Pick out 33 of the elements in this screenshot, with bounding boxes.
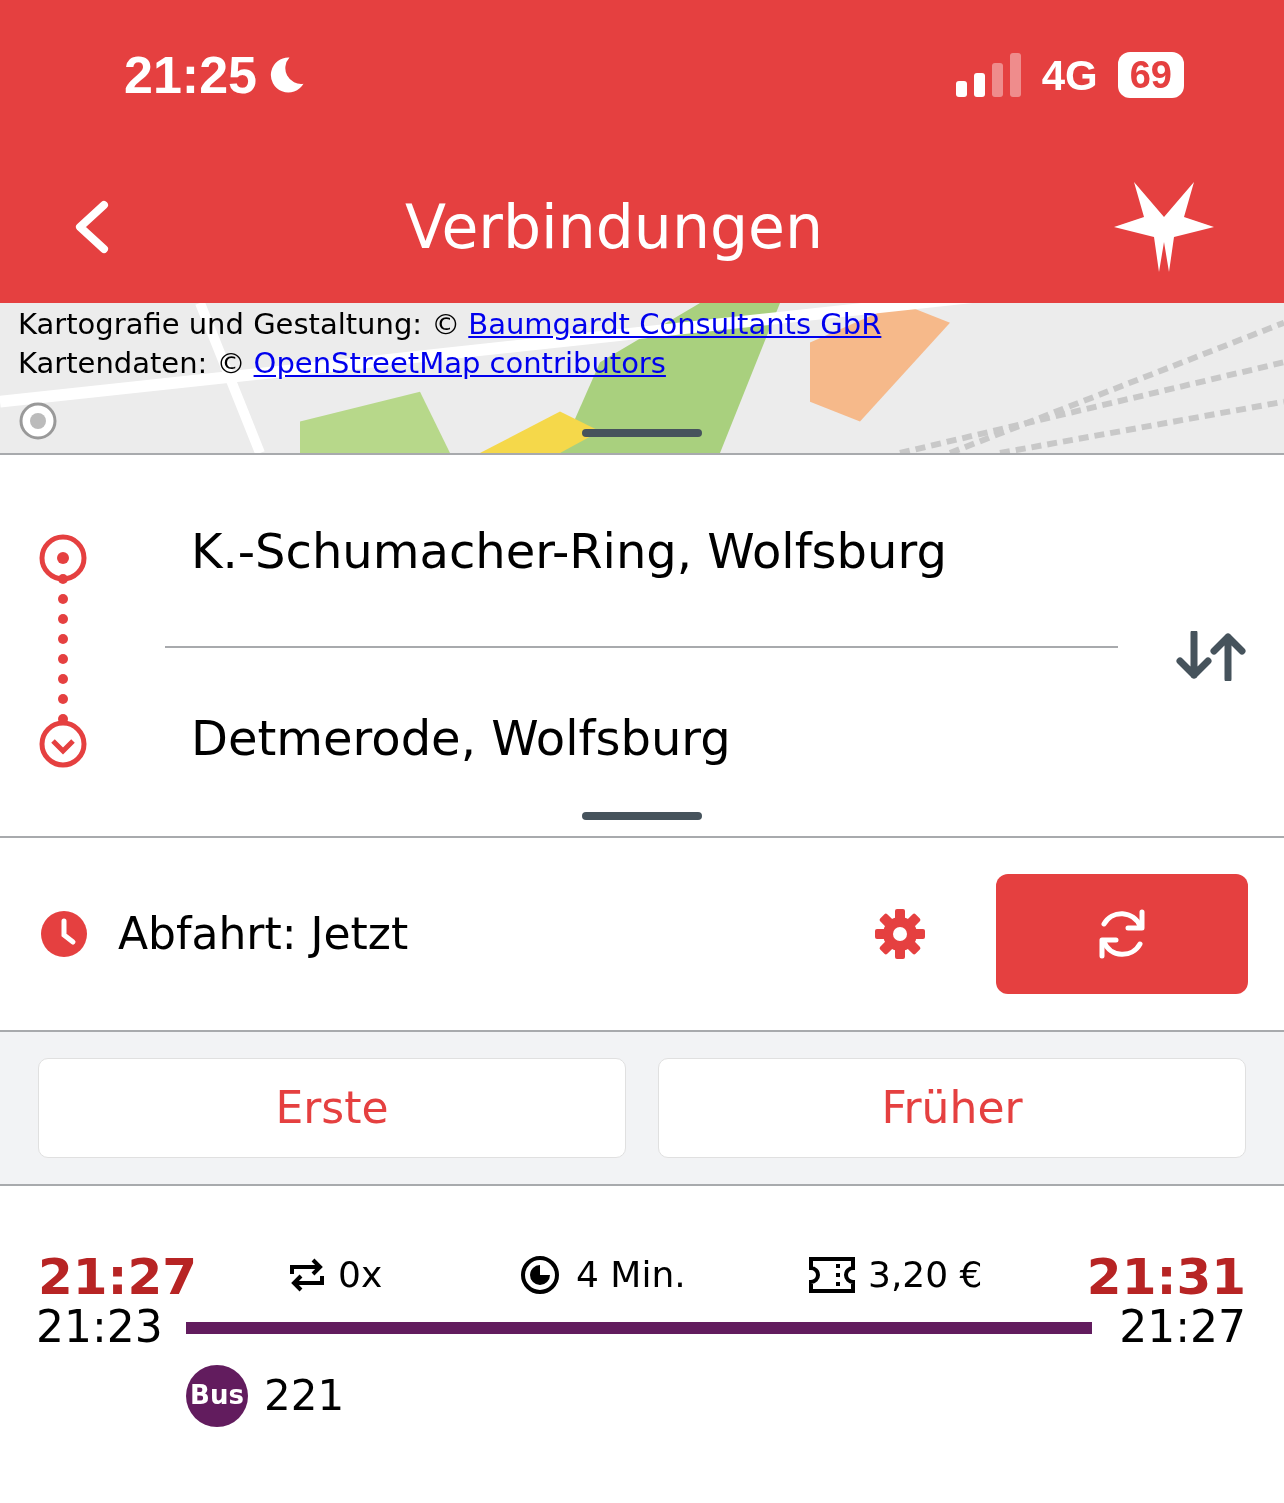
paging-button[interactable]: Früher: [658, 1058, 1246, 1158]
battery-indicator: 69: [1117, 52, 1184, 98]
transfer-icon: [288, 1256, 326, 1294]
paging-button[interactable]: Erste: [38, 1058, 626, 1158]
bus-badge: Bus: [186, 1364, 248, 1427]
destination-field[interactable]: Detmerode, Wolfsburg: [165, 702, 731, 774]
actual-arrival-time: 21:27: [1119, 1302, 1246, 1352]
attribution-text: Kartendaten: ©: [18, 345, 246, 382]
swap-icon[interactable]: [1176, 631, 1246, 681]
ticket-price: 3,20 €: [868, 1253, 983, 1297]
drag-handle[interactable]: [582, 429, 702, 437]
ticket-icon: [808, 1256, 856, 1294]
settings-icon[interactable]: [874, 908, 926, 960]
transfer-count: 0x: [338, 1253, 383, 1297]
actual-departure-time: 21:23: [36, 1302, 163, 1352]
departure-time-selector[interactable]: Abfahrt: Jetzt: [118, 901, 409, 967]
clock-icon: [40, 910, 88, 958]
attribution-link[interactable]: Baumgardt Consultants GbR: [468, 305, 882, 344]
attribution-link[interactable]: OpenStreetMap contributors: [253, 344, 666, 383]
network-label: 4G: [1041, 50, 1098, 101]
planned-arrival-time: 21:31: [1086, 1252, 1246, 1302]
drag-handle[interactable]: [582, 812, 702, 820]
attribution-text: Kartografie und Gestaltung: ©: [18, 306, 461, 343]
planned-departure-time: 21:27: [38, 1252, 198, 1302]
line-number: 221: [264, 1370, 345, 1422]
duration-icon: [520, 1255, 560, 1295]
page-title: Verbindungen: [404, 190, 824, 264]
origin-field[interactable]: K.-Schumacher-Ring, Wolfsburg: [165, 514, 947, 587]
trip-duration: 4 Min.: [576, 1253, 686, 1297]
status-time: 21:25: [124, 45, 257, 106]
signal-icon: [955, 53, 1022, 97]
refresh-button[interactable]: [996, 874, 1248, 994]
logo-icon: [18, 401, 58, 441]
